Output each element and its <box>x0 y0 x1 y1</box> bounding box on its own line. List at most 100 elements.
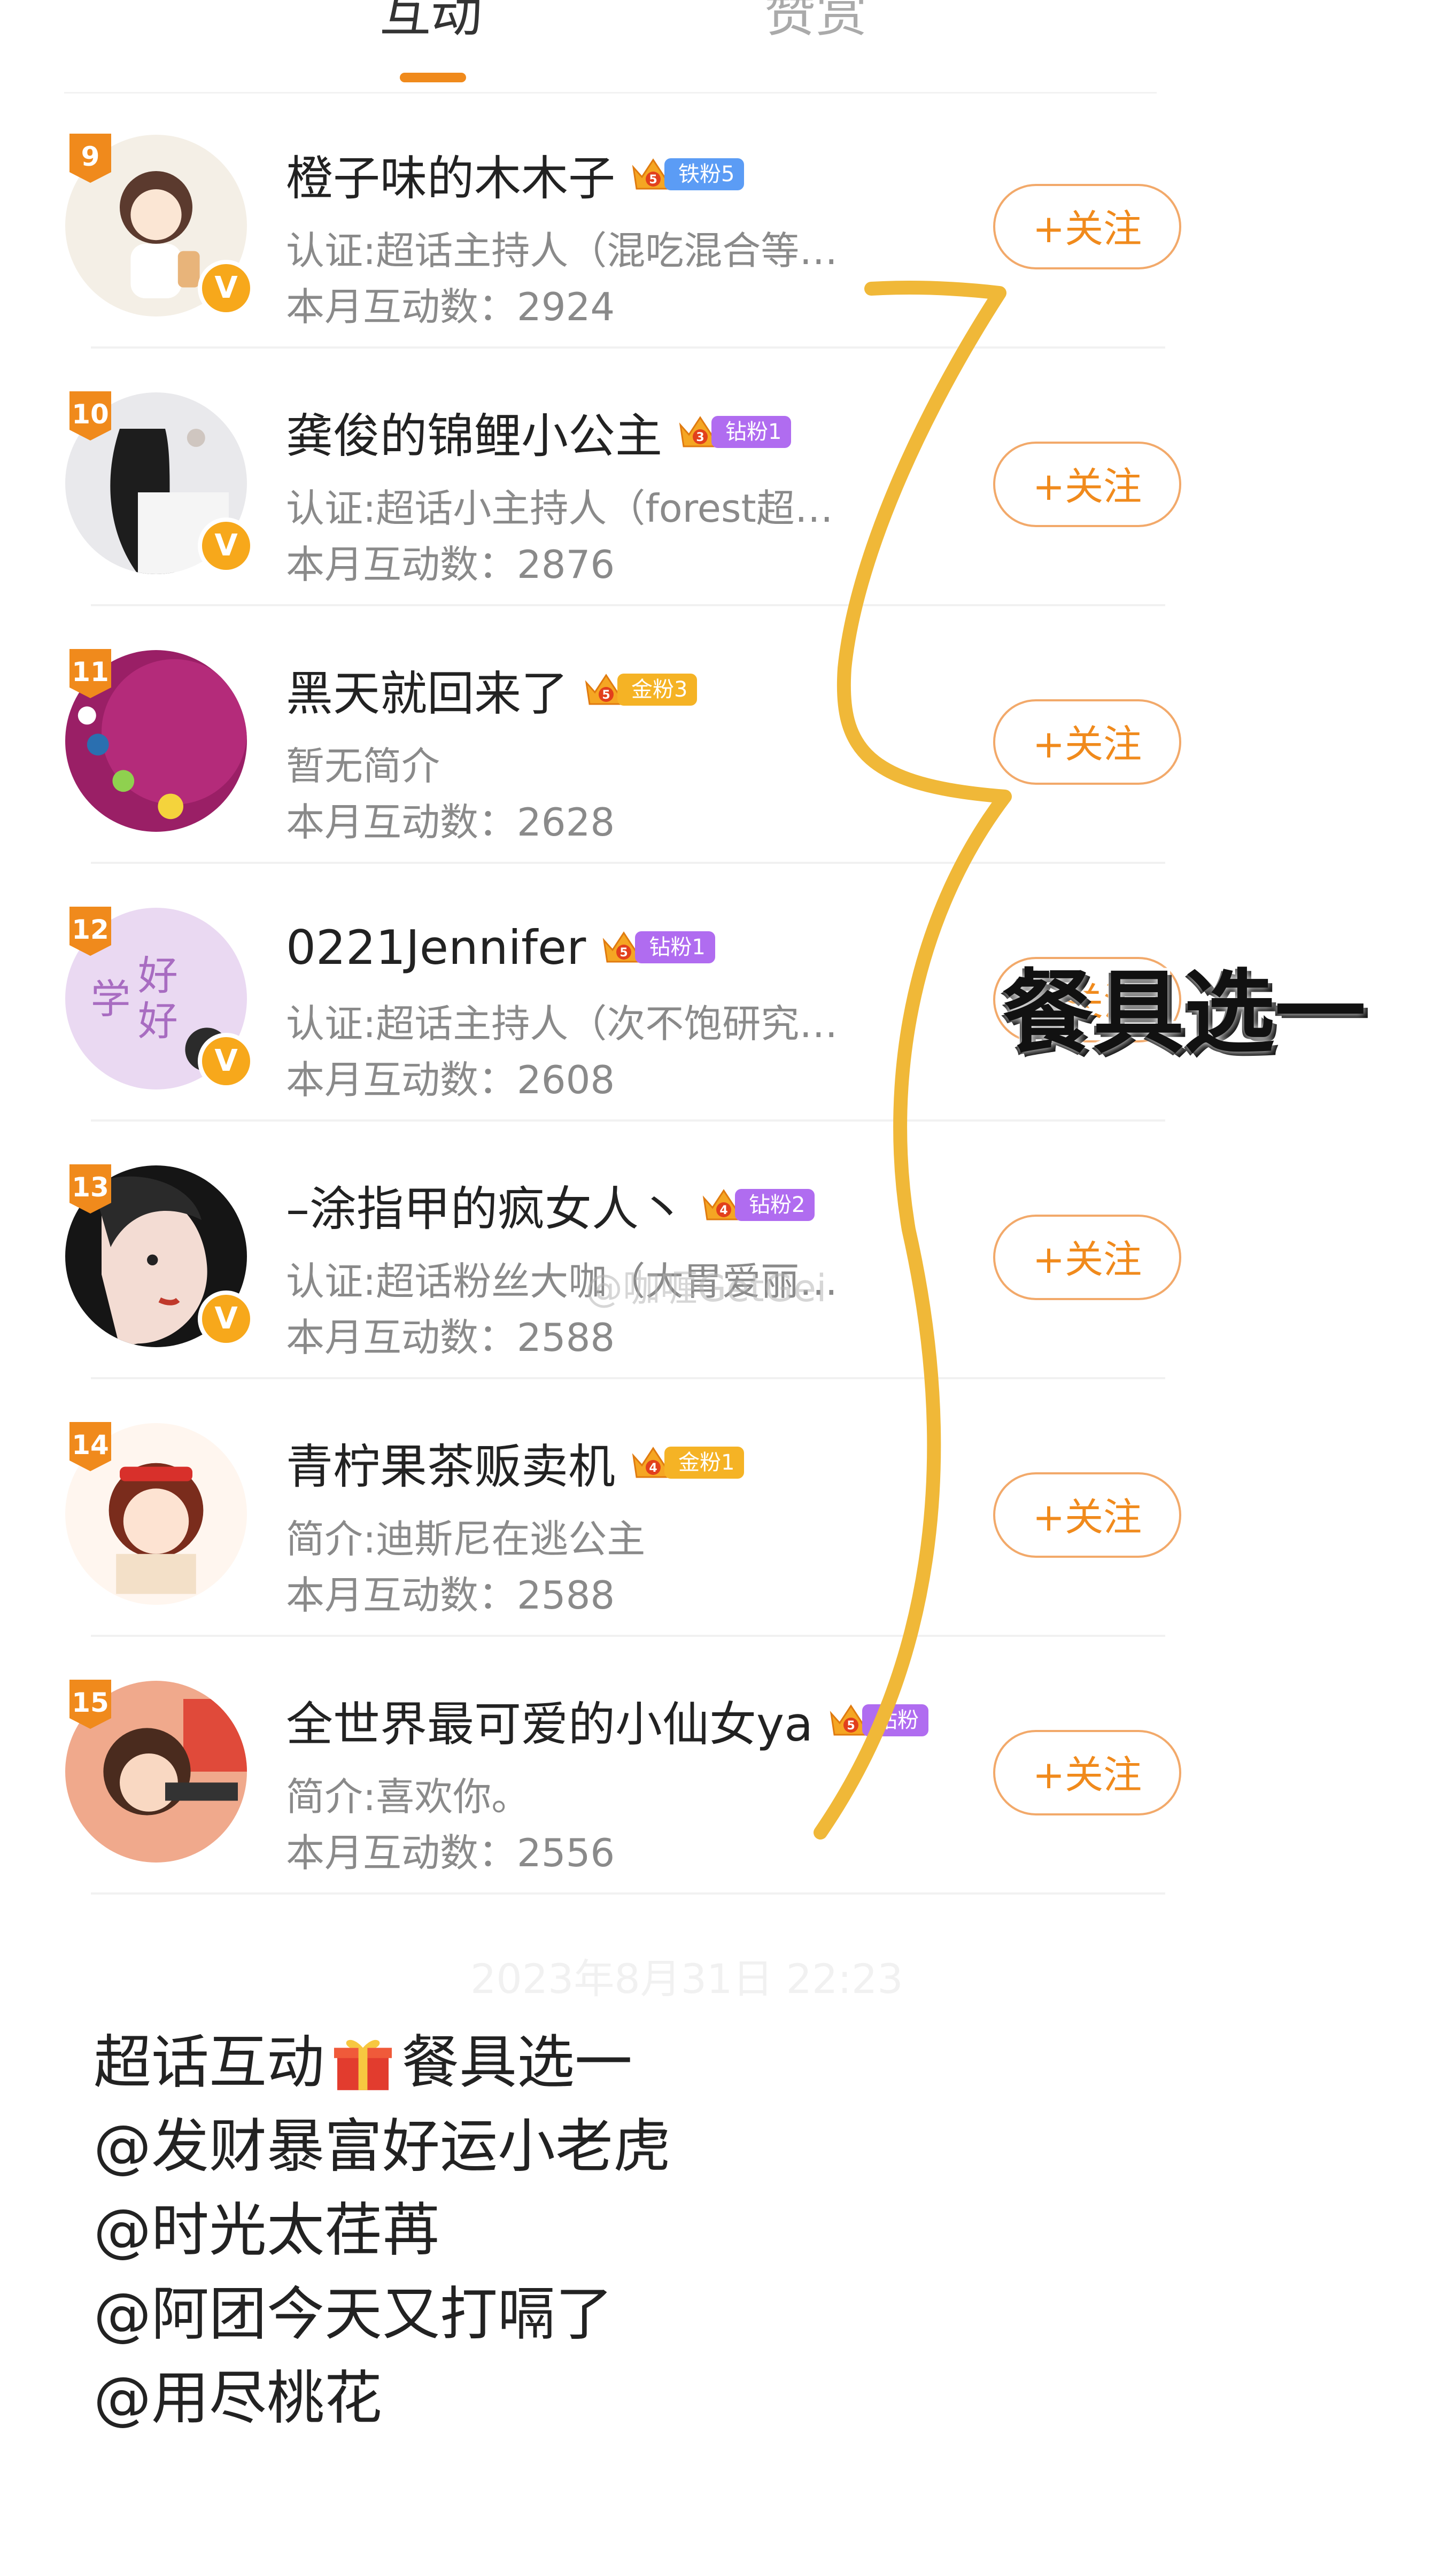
user-description: 暂无简介 <box>286 744 440 789</box>
fan-level-badge: 5 钻粉1 <box>601 929 715 966</box>
follow-label: +关注 <box>1032 722 1142 767</box>
verified-icon: V <box>198 260 254 316</box>
crown-level: 4 <box>719 1204 727 1217</box>
name-line: 0221Jennifer 5 钻粉1 <box>286 915 715 979</box>
name-line: 全世界最可爱的小仙女ya 5 钻粉 <box>286 1687 929 1755</box>
rank-number: 11 <box>72 656 109 687</box>
fan-level-badge: 4 钻粉2 <box>701 1186 815 1224</box>
rank-number: 10 <box>72 399 109 430</box>
rank-badge: 12 <box>69 907 111 956</box>
monthly-interaction-count: 本月互动数：2628 <box>286 800 615 845</box>
user-row[interactable]: 9 V 橙子味的木木子 5 铁粉5 认证:超话主持人（混吃混合等… 本月互动数：… <box>0 91 1456 349</box>
user-row[interactable]: 11 黑天就回来了 5 金粉3 暂无简介 本月互动数：2628 +关注 <box>0 606 1456 864</box>
crown-level: 5 <box>847 1719 855 1733</box>
crown-level: 5 <box>620 946 628 960</box>
rank-number: 15 <box>72 1687 109 1718</box>
rank-badge: 11 <box>69 649 111 698</box>
annotation-text: 餐具选一 <box>1000 957 1368 1069</box>
follow-button[interactable]: +关注 <box>993 1730 1181 1815</box>
fan-label: 金粉3 <box>617 674 698 706</box>
user-description: 简介:迪斯尼在逃公主 <box>286 1517 646 1562</box>
rank-number: 13 <box>72 1172 109 1203</box>
mention-link[interactable]: @发财暴富好运小老虎 <box>94 2105 1376 2189</box>
follow-button[interactable]: +关注 <box>993 699 1181 785</box>
crown-level: 5 <box>649 173 657 187</box>
user-row[interactable]: 14 青柠果茶贩卖机 4 金粉1 简介:迪斯尼在逃公主 本月互动数：2588 +… <box>0 1379 1456 1637</box>
tab-appreciation[interactable]: 赞赏 <box>764 0 867 48</box>
username[interactable]: 青柠果茶贩卖机 <box>286 1429 615 1497</box>
verified-icon: V <box>198 517 254 574</box>
follow-button[interactable]: +关注 <box>993 1472 1181 1558</box>
row-divider <box>91 1892 1165 1895</box>
tab-bar: 互动 赞赏 <box>0 0 1456 94</box>
follow-label: +关注 <box>1032 1237 1142 1282</box>
username[interactable]: 龚俊的锦鲤小公主 <box>286 398 662 466</box>
monthly-interaction-count: 本月互动数：2588 <box>286 1315 615 1360</box>
rank-badge: 9 <box>69 134 111 183</box>
svg-text:好: 好 <box>138 998 178 1045</box>
fan-label: 钻粉2 <box>735 1189 815 1221</box>
name-line: 橙子味的木木子 5 铁粉5 <box>286 141 745 208</box>
name-line: –涂指甲的疯女人丶 4 钻粉2 <box>286 1173 815 1237</box>
username[interactable]: 橙子味的木木子 <box>286 141 615 208</box>
rank-badge: 15 <box>69 1680 111 1729</box>
name-line: 龚俊的锦鲤小公主 3 钻粉1 <box>286 398 792 466</box>
mention-link[interactable]: @阿团今天又打嗝了 <box>94 2273 1376 2356</box>
monthly-interaction-count: 本月互动数：2876 <box>286 542 615 587</box>
tab-interaction[interactable]: 互动 <box>380 0 482 48</box>
username[interactable]: 0221Jennifer <box>286 920 586 975</box>
monthly-interaction-count: 本月互动数：2608 <box>286 1057 615 1102</box>
mention-link[interactable]: @用尽桃花 <box>94 2356 1376 2440</box>
fan-label: 铁粉5 <box>664 158 745 190</box>
user-description: 认证:超话主持人（次不饱研究… <box>286 1001 838 1046</box>
monthly-interaction-count: 本月互动数：2924 <box>286 284 615 329</box>
fan-level-badge: 5 钻粉 <box>828 1702 929 1739</box>
follow-button[interactable]: +关注 <box>993 1215 1181 1300</box>
verified-icon: V <box>198 1291 254 1347</box>
fan-label: 钻粉 <box>862 1704 929 1736</box>
crown-level: 3 <box>696 431 704 444</box>
crown-level: 5 <box>602 689 610 702</box>
follow-label: +关注 <box>1032 464 1142 509</box>
fan-level-badge: 5 铁粉5 <box>630 156 745 193</box>
svg-text:学: 学 <box>91 976 131 1023</box>
user-row[interactable]: 15 全世界最可爱的小仙女ya 5 钻粉 简介:喜欢你。 本月互动数：2556 … <box>0 1637 1456 1895</box>
user-row[interactable]: 13 V –涂指甲的疯女人丶 4 钻粉2 认证:超话粉丝大咖（大胃爱丽… 本月互… <box>0 1122 1456 1379</box>
follow-label: +关注 <box>1032 206 1142 251</box>
username[interactable]: 全世界最可爱的小仙女ya <box>286 1687 813 1755</box>
svg-text:好: 好 <box>138 953 178 999</box>
user-description: 简介:喜欢你。 <box>286 1774 530 1819</box>
user-description: 认证:超话小主持人（forest超… <box>286 486 833 531</box>
fan-label: 金粉1 <box>664 1447 745 1479</box>
fan-level-badge: 4 金粉1 <box>630 1444 745 1481</box>
user-row[interactable]: 10 V 龚俊的锦鲤小公主 3 钻粉1 认证:超话小主持人（forest超… 本… <box>0 349 1456 606</box>
fan-level-badge: 5 金粉3 <box>583 671 698 708</box>
rank-badge: 10 <box>69 391 111 441</box>
fan-label: 钻粉1 <box>711 416 792 448</box>
active-tab-indicator <box>400 73 466 82</box>
post-timestamp: 2023年8月31日 22:23 <box>470 1955 903 2003</box>
fan-label: 钻粉1 <box>635 931 715 963</box>
rank-badge: 13 <box>69 1164 111 1214</box>
post-line1-prefix: 超话互动 <box>94 2029 325 2096</box>
mention-link[interactable]: @时光太荏苒 <box>94 2189 1376 2273</box>
username[interactable]: –涂指甲的疯女人丶 <box>286 1171 686 1239</box>
name-line: 黑天就回来了 5 金粉3 <box>286 656 698 724</box>
username[interactable]: 黑天就回来了 <box>286 656 568 724</box>
follow-button[interactable]: +关注 <box>993 184 1181 269</box>
follow-button[interactable]: +关注 <box>993 442 1181 527</box>
rank-number: 9 <box>81 141 100 172</box>
user-description: 认证:超话主持人（混吃混合等… <box>286 228 838 273</box>
rank-number: 14 <box>72 1429 109 1461</box>
monthly-interaction-count: 本月互动数：2588 <box>286 1573 615 1618</box>
follow-label: +关注 <box>1032 1752 1142 1797</box>
fan-level-badge: 3 钻粉1 <box>677 413 792 451</box>
crown-level: 4 <box>649 1462 657 1475</box>
monthly-interaction-count: 本月互动数：2556 <box>286 1830 615 1875</box>
post-line1-suffix: 餐具选一 <box>401 2029 633 2096</box>
name-line: 青柠果茶贩卖机 4 金粉1 <box>286 1429 745 1497</box>
rank-number: 12 <box>72 914 109 945</box>
post-body: 超话互动 餐具选一 @发财暴富好运小老虎 @时光太荏苒 @阿团今天又打嗝了 @用尽… <box>94 2021 1376 2440</box>
gift-icon <box>334 2039 392 2090</box>
rank-badge: 14 <box>69 1422 111 1471</box>
